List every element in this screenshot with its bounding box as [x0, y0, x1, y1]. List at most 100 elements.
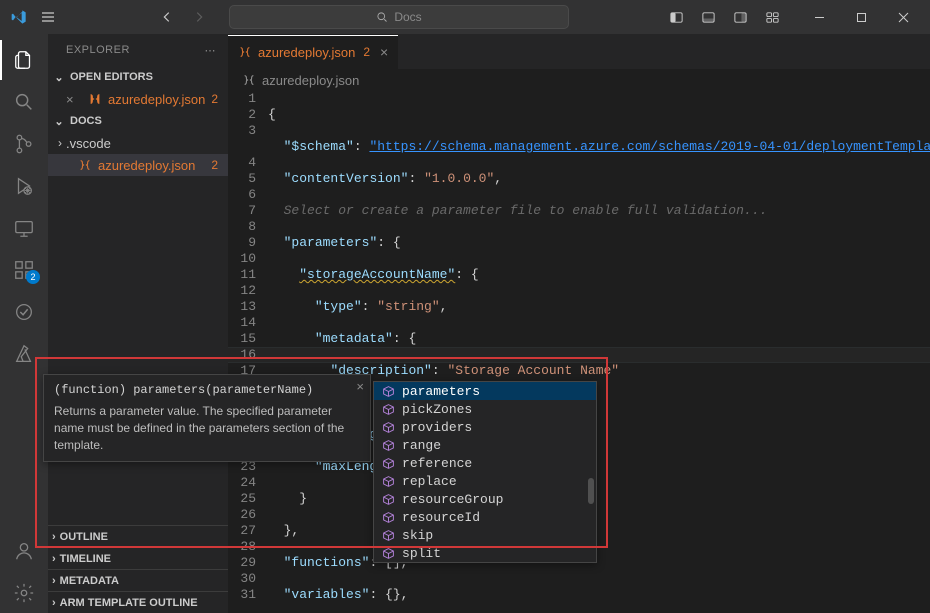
window-close-icon[interactable]	[882, 2, 924, 32]
suggest-label: providers	[402, 420, 472, 435]
suggest-item[interactable]: parameters	[374, 382, 596, 400]
app-logo	[10, 8, 28, 26]
chevron-right-icon: ›	[52, 597, 56, 609]
chevron-down-icon: ⌄	[52, 115, 66, 128]
chevron-down-icon: ⌄	[52, 71, 66, 84]
file-name: azuredeploy.json	[98, 158, 195, 173]
window-maximize-icon[interactable]	[840, 2, 882, 32]
hover-close-icon[interactable]: ×	[356, 379, 364, 394]
editor-area: azuredeploy.json 2 × ⋯ azuredeploy.json …	[228, 34, 930, 613]
open-editor-row[interactable]: × azuredeploy.json 2	[48, 88, 228, 110]
section-open-editors[interactable]: ⌄ OPEN EDITORS	[48, 66, 228, 88]
suggest-item[interactable]: replace	[374, 472, 596, 490]
activity-settings-icon[interactable]	[0, 573, 48, 613]
cube-icon	[382, 511, 396, 524]
tab-bar: azuredeploy.json 2 × ⋯	[228, 34, 930, 69]
activity-search-icon[interactable]	[0, 82, 48, 122]
json-file-icon	[88, 92, 102, 106]
sidebar-more-icon[interactable]: ⋯	[205, 44, 217, 57]
search-icon	[376, 11, 388, 23]
suggest-item[interactable]: resourceGroup	[374, 490, 596, 508]
suggest-label: replace	[402, 474, 457, 489]
suggest-item[interactable]: resourceId	[374, 508, 596, 526]
menu-icon[interactable]	[34, 3, 62, 31]
suggest-label: pickZones	[402, 402, 472, 417]
breadcrumb[interactable]: azuredeploy.json	[228, 69, 930, 91]
sidebar-title: EXPLORER	[66, 44, 130, 56]
folder-vscode[interactable]: › .vscode	[48, 132, 228, 154]
chevron-right-icon: ›	[52, 531, 56, 543]
tab-label: azuredeploy.json	[258, 45, 355, 60]
hover-description: Returns a parameter value. The specified…	[54, 403, 360, 453]
problems-badge: 2	[211, 92, 218, 106]
suggest-label: resourceId	[402, 510, 480, 525]
section-arm-outline[interactable]: › ARM TEMPLATE OUTLINE	[48, 591, 228, 613]
suggest-scrollbar[interactable]	[588, 478, 594, 504]
section-timeline[interactable]: › TIMELINE	[48, 547, 228, 569]
suggest-label: reference	[402, 456, 472, 471]
suggest-item[interactable]: range	[374, 436, 596, 454]
nav-forward-icon[interactable]	[185, 5, 213, 29]
hover-signature: (function) parameters(parameterName)	[54, 383, 360, 397]
cube-icon	[382, 547, 396, 560]
json-file-icon	[242, 73, 256, 87]
hover-tooltip: (function) parameters(parameterName) Ret…	[43, 374, 371, 462]
suggest-item[interactable]: pickZones	[374, 400, 596, 418]
cube-icon	[382, 493, 396, 506]
suggest-label: split	[402, 546, 441, 561]
cube-icon	[382, 421, 396, 434]
activity-source-control-icon[interactable]	[0, 124, 48, 164]
extensions-badge: 2	[26, 270, 40, 284]
suggest-item[interactable]: skip	[374, 526, 596, 544]
cube-icon	[382, 475, 396, 488]
chevron-right-icon: ›	[52, 553, 56, 565]
window-minimize-icon[interactable]	[798, 2, 840, 32]
sidebar: EXPLORER ⋯ ⌄ OPEN EDITORS × azuredeploy.…	[48, 34, 228, 613]
search-placeholder: Docs	[394, 10, 421, 24]
chevron-right-icon: ›	[58, 136, 62, 150]
activity-bar: 2	[0, 34, 48, 613]
activity-extensions-icon[interactable]: 2	[0, 250, 48, 290]
cube-icon	[382, 457, 396, 470]
tab-close-icon[interactable]: ×	[380, 44, 388, 60]
suggest-item[interactable]: split	[374, 544, 596, 562]
suggest-label: resourceGroup	[402, 492, 503, 507]
close-icon[interactable]: ×	[66, 92, 82, 107]
activity-run-debug-icon[interactable]	[0, 166, 48, 206]
line-gutter: 1234567891011121314151617 22232425262728…	[228, 91, 268, 613]
intellisense-popup[interactable]: parameters pickZones providers range referen…	[373, 381, 597, 563]
layout-right-icon[interactable]	[724, 3, 756, 31]
tab-azuredeploy[interactable]: azuredeploy.json 2 ×	[228, 34, 398, 69]
section-outline[interactable]: › OUTLINE	[48, 525, 228, 547]
cube-icon	[382, 529, 396, 542]
cube-icon	[382, 385, 396, 398]
layout-bottom-icon[interactable]	[692, 3, 724, 31]
cube-icon	[382, 439, 396, 452]
activity-azure-icon[interactable]	[0, 334, 48, 374]
problems-badge: 2	[211, 158, 218, 172]
docs-file-row[interactable]: azuredeploy.json 2	[48, 154, 228, 176]
json-file-icon	[78, 158, 92, 172]
breadcrumb-file: azuredeploy.json	[262, 73, 359, 88]
json-file-icon	[238, 45, 252, 59]
activity-testing-icon[interactable]	[0, 292, 48, 332]
section-docs[interactable]: ⌄ DOCS	[48, 110, 228, 132]
chevron-right-icon: ›	[52, 575, 56, 587]
layout-customize-icon[interactable]	[756, 3, 788, 31]
suggest-label: skip	[402, 528, 433, 543]
activity-explorer-icon[interactable]	[0, 40, 48, 80]
nav-back-icon[interactable]	[153, 5, 181, 29]
suggest-label: parameters	[402, 384, 480, 399]
layout-left-icon[interactable]	[660, 3, 692, 31]
command-search-input[interactable]: Docs	[229, 5, 569, 29]
section-metadata[interactable]: › METADATA	[48, 569, 228, 591]
activity-remote-icon[interactable]	[0, 208, 48, 248]
suggest-item[interactable]: providers	[374, 418, 596, 436]
tab-badge: 2	[363, 45, 370, 59]
suggest-item[interactable]: reference	[374, 454, 596, 472]
title-bar: Docs	[0, 0, 930, 34]
suggest-label: range	[402, 438, 441, 453]
activity-account-icon[interactable]	[0, 531, 48, 571]
file-name: azuredeploy.json	[108, 92, 205, 107]
cube-icon	[382, 403, 396, 416]
